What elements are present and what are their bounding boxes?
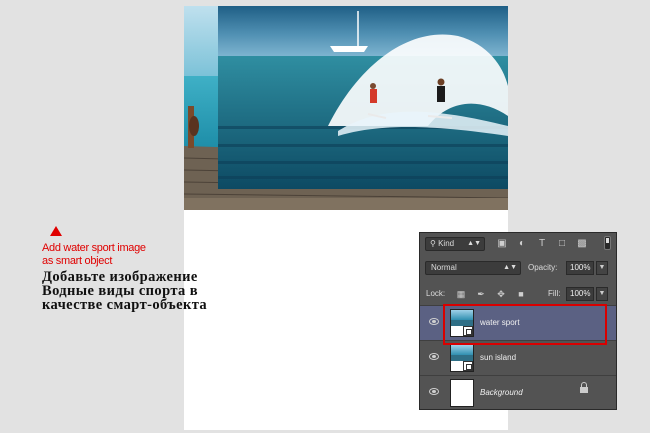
lock-image-pixels-icon[interactable]: ✒	[476, 289, 486, 299]
instruction-english: Add water sport image as smart object	[42, 242, 292, 268]
smart-object-filter-icon[interactable]: ▩	[576, 238, 588, 250]
lock-transparent-pixels-icon[interactable]: ▦	[456, 289, 466, 299]
blend-opacity-row: Normal ▲▼ Opacity: 100% ▼	[420, 257, 616, 279]
instruction-line-2: as smart object	[42, 255, 113, 267]
lock-all-icon[interactable]: ■	[516, 289, 526, 299]
smart-object-badge-icon	[463, 361, 473, 371]
water-sport-image	[218, 6, 508, 189]
layer-sun-island[interactable]: sun island	[420, 340, 616, 375]
instruction-ru-line-1: Добавьте изображение	[42, 269, 198, 285]
instruction-line-1: Add water sport image	[42, 242, 146, 254]
image-filter-icon[interactable]: ▣	[496, 238, 508, 250]
opacity-label: Opacity:	[528, 263, 558, 272]
fill-label: Fill:	[548, 289, 561, 298]
eye-icon[interactable]	[429, 353, 439, 360]
layer-filter-bar: ⚲ Kind ▲▼ ▣ ◐ T □ ▩	[420, 233, 616, 255]
eye-icon[interactable]	[429, 318, 439, 325]
layer-background[interactable]: Background	[420, 375, 616, 410]
eye-icon[interactable]	[429, 388, 439, 395]
type-filter-icon[interactable]: T	[536, 238, 548, 250]
filter-kind-select[interactable]: ⚲ Kind ▲▼	[425, 237, 485, 251]
blend-mode-value: Normal	[431, 263, 457, 272]
filter-kind-label: Kind	[438, 239, 455, 248]
lock-label: Lock:	[426, 289, 446, 298]
instruction-ru-line-2: Водные виды спорта в	[42, 283, 198, 299]
layer-name: Background	[480, 388, 523, 397]
lock-position-icon[interactable]: ✥	[496, 289, 506, 299]
instruction-russian: Добавьте изображение Водные виды спорта …	[42, 269, 292, 313]
red-arrow-icon	[50, 226, 62, 236]
fill-input[interactable]: 100%	[566, 287, 594, 301]
opacity-dropdown-button[interactable]: ▼	[596, 261, 608, 275]
layer-thumbnail	[450, 379, 474, 407]
chevron-updown-icon: ▲▼	[467, 240, 481, 247]
filter-toggle[interactable]	[604, 236, 611, 250]
fill-dropdown-button[interactable]: ▼	[596, 287, 608, 301]
lock-icon	[580, 382, 588, 394]
instruction-ru-line-3: качестве смарт-объекта	[42, 297, 208, 313]
opacity-input[interactable]: 100%	[566, 261, 594, 275]
blend-mode-select[interactable]: Normal ▲▼	[425, 261, 521, 275]
layer-thumbnail	[450, 344, 474, 372]
instruction-annotation: Add water sport image as smart object До…	[42, 226, 292, 312]
selection-highlight-box	[443, 304, 607, 345]
adjustment-filter-icon[interactable]: ◐	[516, 238, 528, 250]
chevron-updown-icon: ▲▼	[503, 264, 517, 271]
shape-filter-icon[interactable]: □	[556, 238, 568, 250]
search-icon: ⚲	[430, 239, 436, 248]
layer-name: sun island	[480, 353, 517, 362]
